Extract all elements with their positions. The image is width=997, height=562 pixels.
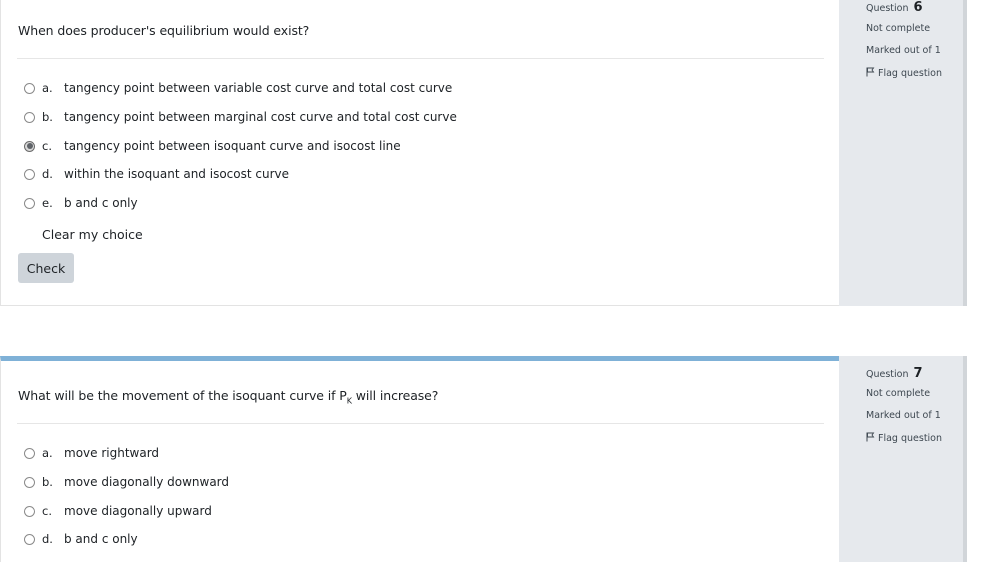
answer-option-d[interactable]: d. within the isoquant and isocost curve — [24, 166, 289, 182]
answer-option-a[interactable]: a. tangency point between variable cost … — [24, 80, 452, 96]
answer-option-c[interactable]: c. move diagonally upward — [24, 503, 212, 519]
answer-option-e[interactable]: e. b and c only — [24, 195, 138, 211]
question-7-info-panel: Question 7 Not complete Marked out of 1 … — [839, 356, 967, 562]
question-7-block: What will be the movement of the isoquan… — [0, 356, 967, 562]
flag-question-label: Flag question — [878, 68, 943, 79]
question-number-value: 7 — [913, 366, 923, 381]
answer-text: move diagonally upward — [64, 504, 212, 518]
answer-letter: a. — [42, 446, 53, 460]
answer-text: b and c only — [64, 196, 138, 210]
radio-button[interactable] — [24, 533, 35, 545]
question-grade: Marked out of 1 — [866, 410, 941, 421]
flag-question-link[interactable]: Flag question — [866, 67, 942, 79]
question-label: Question — [866, 3, 909, 14]
answer-option-b[interactable]: b. tangency point between marginal cost … — [24, 109, 457, 125]
answer-letter: a. — [42, 81, 53, 95]
question-divider — [17, 423, 824, 424]
radio-button[interactable] — [24, 197, 35, 209]
question-6-info-panel: Question 6 Not complete Marked out of 1 … — [839, 0, 967, 306]
answer-letter: c. — [42, 139, 52, 153]
answer-letter: d. — [42, 532, 53, 546]
radio-button[interactable] — [24, 505, 35, 517]
check-button[interactable]: Check — [18, 253, 74, 283]
answer-text: move diagonally downward — [64, 475, 230, 489]
answer-text: tangency point between isoquant curve an… — [64, 139, 401, 153]
answer-letter: e. — [42, 196, 53, 210]
answer-letter: c. — [42, 504, 52, 518]
question-6-text: When does producer's equilibrium would e… — [18, 23, 310, 38]
answer-letter: b. — [42, 475, 53, 489]
flag-question-label: Flag question — [878, 433, 943, 444]
question-6-block: When does producer's equilibrium would e… — [0, 0, 967, 306]
radio-button-selected[interactable] — [24, 140, 35, 152]
question-status: Not complete — [866, 388, 931, 399]
answer-text: tangency point between marginal cost cur… — [64, 110, 457, 124]
answer-option-b[interactable]: b. move diagonally downward — [24, 474, 229, 490]
answer-option-a[interactable]: a. move rightward — [24, 445, 159, 461]
answer-text: b and c only — [64, 532, 138, 546]
answer-text: tangency point between variable cost cur… — [64, 81, 453, 95]
flag-icon — [866, 432, 875, 442]
question-number: Question 6 — [866, 0, 923, 15]
question-status: Not complete — [866, 23, 931, 34]
answer-text: within the isoquant and isocost curve — [64, 167, 289, 181]
question-grade: Marked out of 1 — [866, 45, 941, 56]
question-number: Question 7 — [866, 366, 923, 381]
question-7-content: What will be the movement of the isoquan… — [0, 356, 839, 562]
radio-button[interactable] — [24, 447, 35, 459]
answer-option-d[interactable]: d. b and c only — [24, 531, 138, 547]
flag-icon — [866, 67, 875, 77]
flag-question-link[interactable]: Flag question — [866, 432, 942, 444]
question-label: Question — [866, 369, 909, 380]
question-number-value: 6 — [913, 0, 923, 15]
radio-button[interactable] — [24, 476, 35, 488]
radio-button[interactable] — [24, 82, 35, 94]
radio-button[interactable] — [24, 111, 35, 123]
question-text-end: will increase? — [351, 388, 439, 403]
question-7-text: What will be the movement of the isoquan… — [18, 388, 438, 406]
answer-letter: d. — [42, 167, 53, 181]
clear-choice-link[interactable]: Clear my choice — [42, 227, 143, 242]
answer-text: move rightward — [64, 446, 160, 460]
answer-letter: b. — [42, 110, 53, 124]
question-text-start: What will be the movement of the isoquan… — [18, 388, 347, 403]
question-divider — [17, 58, 824, 59]
radio-button[interactable] — [24, 168, 35, 180]
answer-option-c[interactable]: c. tangency point between isoquant curve… — [24, 138, 401, 154]
question-6-content: When does producer's equilibrium would e… — [0, 0, 839, 306]
